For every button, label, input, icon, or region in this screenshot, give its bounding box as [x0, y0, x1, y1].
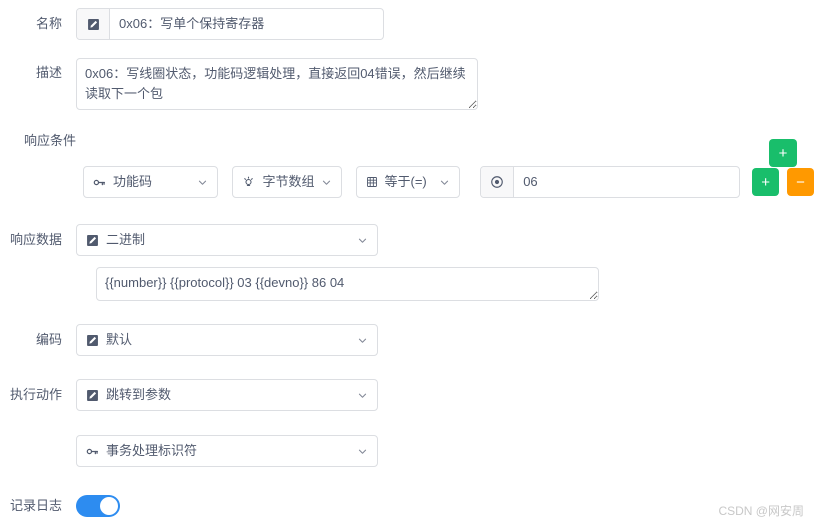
- condition-source-value: 功能码: [113, 174, 153, 189]
- condition-value-input-group[interactable]: 06: [480, 166, 741, 198]
- name-input-group[interactable]: 0x06：写单个保持寄存器: [76, 8, 384, 40]
- lightbulb-icon: [242, 176, 255, 189]
- field-row-description: 描述: [0, 58, 500, 113]
- chevron-down-icon: [357, 235, 368, 246]
- condition-operator-select[interactable]: 等于(=): [355, 166, 461, 198]
- chevron-down-icon: [439, 177, 450, 188]
- response-condition-section-label-row: 响应条件: [0, 131, 76, 151]
- table-icon: [366, 176, 378, 188]
- condition-operator-value: 等于(=): [384, 174, 427, 189]
- key-icon: [93, 176, 106, 189]
- field-row-response-template: [0, 267, 599, 301]
- edit-square-icon: [77, 9, 110, 39]
- description-label: 描述: [35, 65, 62, 80]
- response-condition-label: 响应条件: [24, 133, 77, 148]
- protocol-response-form: 名称 0x06：写单个保持寄存器 描述 响应条件 +: [0, 0, 814, 527]
- chevron-down-icon: [321, 177, 332, 188]
- edit-square-icon: [86, 334, 99, 347]
- condition-source-select[interactable]: 功能码: [83, 166, 219, 198]
- chevron-down-icon: [357, 390, 368, 401]
- log-toggle-switch[interactable]: [76, 495, 120, 517]
- edit-square-icon: [86, 234, 99, 247]
- encoding-label: 编码: [35, 332, 62, 347]
- response-data-format-select[interactable]: 二进制: [76, 224, 378, 256]
- action-param-select[interactable]: 事务处理标识符: [76, 435, 378, 467]
- key-icon: [86, 445, 99, 458]
- remove-condition-row-button[interactable]: −: [787, 168, 814, 196]
- action-value: 跳转到参数: [106, 387, 172, 402]
- condition-datatype-select[interactable]: 字节数组: [232, 166, 342, 198]
- response-data-format-value: 二进制: [106, 232, 146, 247]
- chevron-down-icon: [197, 177, 208, 188]
- name-control: 0x06：写单个保持寄存器: [76, 8, 384, 40]
- field-row-log: 记录日志: [0, 495, 120, 517]
- response-data-label: 响应数据: [9, 232, 62, 247]
- action-select[interactable]: 跳转到参数: [76, 379, 378, 411]
- condition-datatype-value: 字节数组: [262, 174, 315, 189]
- edit-square-icon: [86, 389, 99, 402]
- encoding-value: 默认: [106, 332, 133, 347]
- name-input-value[interactable]: 0x06：写单个保持寄存器: [110, 9, 383, 39]
- log-label: 记录日志: [9, 498, 62, 513]
- description-textarea[interactable]: [76, 58, 478, 110]
- add-condition-group-button[interactable]: +: [769, 139, 797, 167]
- field-row-action: 执行动作 跳转到参数: [0, 379, 378, 411]
- field-row-name: 名称 0x06：写单个保持寄存器: [0, 8, 384, 40]
- encoding-select[interactable]: 默认: [76, 324, 378, 356]
- chevron-down-icon: [357, 335, 368, 346]
- field-row-encoding: 编码 默认: [0, 324, 378, 356]
- add-condition-row-button[interactable]: +: [752, 168, 780, 196]
- field-row-action-param: 事务处理标识符: [0, 435, 378, 467]
- name-label: 名称: [35, 16, 62, 31]
- log-toggle-knob: [100, 497, 118, 515]
- response-condition-row: 功能码 字节数组 等于(=) 06 + −: [0, 166, 814, 198]
- field-row-response-data: 响应数据 二进制: [0, 224, 378, 256]
- condition-value-input[interactable]: 06: [514, 167, 739, 197]
- response-template-textarea[interactable]: [96, 267, 599, 301]
- target-icon: [481, 167, 515, 197]
- action-param-value: 事务处理标识符: [106, 443, 198, 458]
- watermark: CSDN @网安周: [718, 504, 804, 518]
- chevron-down-icon: [357, 446, 368, 457]
- description-control: [76, 58, 478, 113]
- action-label: 执行动作: [9, 387, 62, 402]
